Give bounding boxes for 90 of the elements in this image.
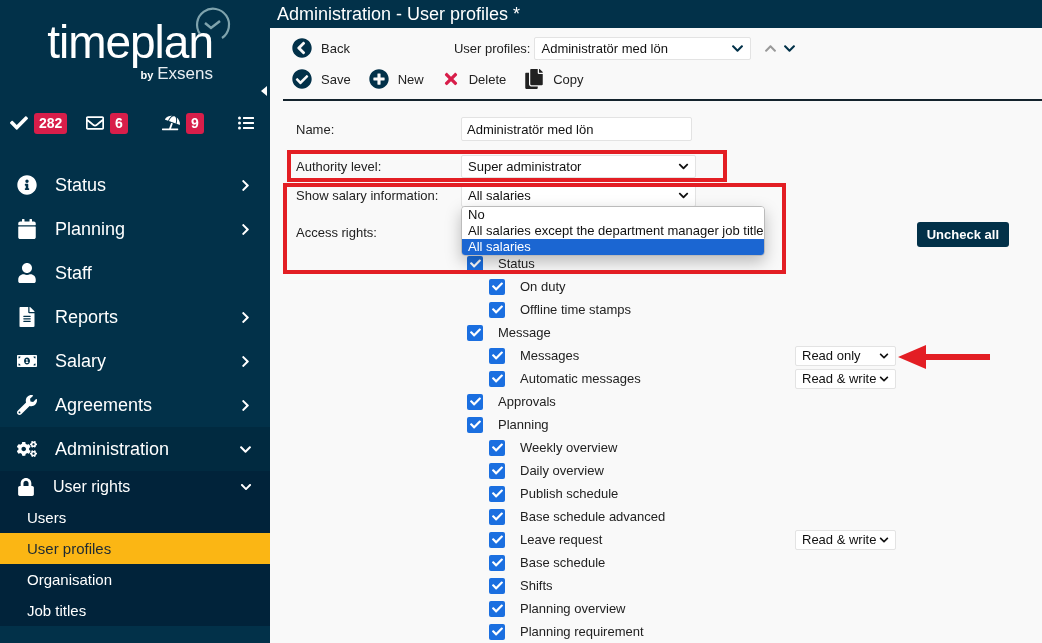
caret-icon	[879, 373, 889, 384]
menu-item[interactable]: Staff	[0, 251, 270, 295]
uncheck-all-button[interactable]: Uncheck all	[916, 222, 1009, 247]
checkbox[interactable]	[489, 439, 505, 456]
copy-icon	[524, 69, 545, 89]
permission-select[interactable]: Read & write	[795, 529, 896, 550]
checkbox[interactable]	[489, 347, 505, 364]
checkbox[interactable]	[467, 324, 483, 341]
access-right-label: Messages	[520, 348, 581, 363]
access-right-label: Daily overview	[520, 463, 605, 478]
checkbox[interactable]	[489, 485, 505, 502]
back-button[interactable]: Back	[292, 38, 350, 58]
list-icon[interactable]	[238, 115, 254, 131]
info-icon	[17, 175, 37, 195]
name-field[interactable]: Administratör med lön	[461, 117, 692, 141]
access-right-label: Planning requirement	[520, 624, 645, 639]
access-right-label: Leave request	[520, 532, 604, 547]
wrench-icon	[17, 395, 37, 415]
count-badge: 9	[186, 112, 204, 134]
check-icon[interactable]	[10, 114, 28, 132]
logo-byline: by	[140, 69, 154, 81]
access-right-label: Message	[498, 325, 552, 340]
page-title: Administration - User profiles *	[270, 0, 1042, 28]
dropdown-option[interactable]: No	[462, 207, 764, 223]
submenu-item[interactable]: User rights	[0, 471, 270, 502]
access-right-label: On duty	[520, 279, 567, 294]
permission-select[interactable]: Read & write	[795, 368, 896, 389]
access-right-label: Offline time stamps	[520, 302, 633, 317]
checkbox[interactable]	[489, 531, 505, 548]
back-icon	[292, 38, 312, 58]
checkbox[interactable]	[489, 508, 505, 525]
envelope-icon[interactable]	[86, 114, 104, 132]
menu-item[interactable]: Agreements	[0, 383, 270, 427]
access-right-label: Base schedule	[520, 555, 607, 570]
caret-icon	[678, 161, 689, 172]
access-right-label: Shifts	[520, 578, 554, 593]
menu-item[interactable]: Planning	[0, 207, 270, 251]
access-right-label: Status	[498, 256, 536, 271]
save-button[interactable]: Save	[292, 69, 351, 89]
field-label: Show salary information:	[296, 188, 440, 203]
field-label: Access rights:	[296, 225, 378, 240]
menu-item[interactable]: Reports	[0, 295, 270, 339]
caret-icon	[678, 190, 689, 201]
access-right-label: Weekly overview	[520, 440, 619, 455]
field-label: Authority level:	[296, 159, 383, 174]
document-icon	[17, 307, 37, 327]
menu-item[interactable]: Salary	[0, 339, 270, 383]
submenu-link[interactable]: Job titles	[0, 595, 270, 626]
caret-icon	[879, 534, 889, 545]
access-right-label: Approvals	[498, 394, 557, 409]
authority-select[interactable]: Super administrator	[461, 155, 696, 178]
access-right-label: Planning	[498, 417, 550, 432]
new-button[interactable]: New	[368, 69, 424, 89]
checkbox[interactable]	[489, 623, 505, 640]
access-right-label: Publish schedule	[520, 486, 620, 501]
checkbox[interactable]	[489, 577, 505, 594]
lock-icon	[17, 477, 35, 496]
delete-button[interactable]: Delete	[441, 70, 507, 88]
submenu-link[interactable]: Users	[0, 502, 270, 533]
count-badge: 6	[110, 112, 128, 134]
logo-wordmark: timeplan	[47, 18, 213, 66]
submenu-link[interactable]: Organisation	[0, 564, 270, 595]
caret-icon	[879, 350, 889, 361]
access-right-label: Automatic messages	[520, 371, 642, 386]
profile-select[interactable]: Administratör med lön	[534, 36, 752, 60]
beach-umbrella-icon[interactable]	[162, 114, 180, 132]
collapse-icon[interactable]	[261, 86, 267, 96]
gears-icon	[17, 439, 37, 459]
menu-item[interactable]: Administration	[0, 427, 270, 471]
access-right-label: Planning overview	[520, 601, 627, 616]
checkbox[interactable]	[489, 301, 505, 318]
menu-item[interactable]: Status	[0, 163, 270, 207]
checkbox[interactable]	[467, 416, 483, 433]
dropdown-option[interactable]: All salaries	[462, 239, 764, 255]
count-badge: 282	[34, 112, 68, 134]
logo-brand: Exsens	[157, 64, 213, 84]
person-icon	[17, 263, 37, 283]
access-right-label: Base schedule advanced	[520, 509, 667, 524]
checkbox[interactable]	[489, 600, 505, 617]
checkbox[interactable]	[467, 393, 483, 410]
checkbox[interactable]	[489, 554, 505, 571]
checkbox[interactable]	[489, 278, 505, 295]
copy-button[interactable]: Copy	[524, 69, 584, 89]
checkbox[interactable]	[489, 462, 505, 479]
submenu-link[interactable]: User profiles	[0, 533, 270, 564]
profile-label: User profiles:	[453, 40, 531, 56]
calendar-icon	[17, 219, 37, 239]
dropdown-option[interactable]: All salaries except the department manager job title	[462, 223, 764, 239]
field-label: Name:	[296, 121, 336, 137]
checkbox[interactable]	[489, 370, 505, 387]
